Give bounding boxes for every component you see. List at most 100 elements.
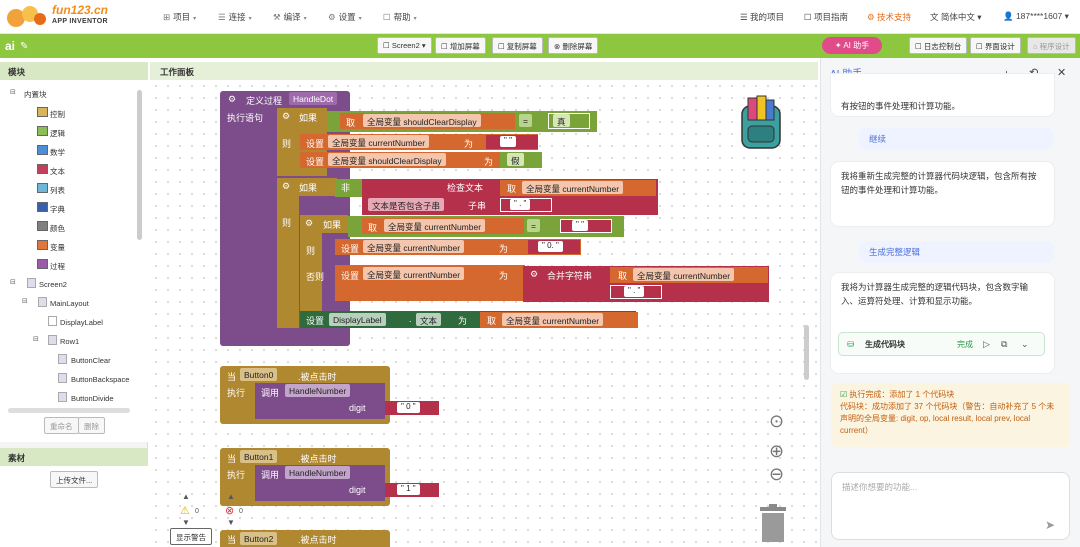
false-dropdown[interactable]: 假: [507, 153, 524, 166]
copy-screen-button[interactable]: ☐ 复制屏幕: [492, 37, 543, 54]
tree-buttondivide[interactable]: ButtonDivide: [71, 394, 114, 403]
error-up-arrow[interactable]: ▲: [227, 493, 235, 501]
tree-text[interactable]: 文本: [50, 166, 65, 177]
tree-variable[interactable]: 变量: [50, 242, 65, 253]
gear-icon[interactable]: ⚙: [282, 111, 290, 122]
gear-icon[interactable]: ⚙: [305, 218, 313, 229]
component-dropdown[interactable]: DisplayLabel: [329, 313, 386, 326]
backpack-icon[interactable]: [736, 92, 786, 152]
text-value[interactable]: " ": [572, 220, 588, 231]
log-console-button[interactable]: ☐ 日志控制台: [909, 37, 968, 54]
collapse-icon[interactable]: ⊟: [10, 88, 16, 96]
tree-buttonclear[interactable]: ButtonClear: [71, 356, 111, 365]
contains-dropdown[interactable]: 文本是否包含子串: [368, 198, 445, 211]
zoom-out-icon[interactable]: ⊖: [769, 465, 784, 483]
component-dropdown[interactable]: Button1: [240, 450, 278, 463]
error-down-arrow[interactable]: ▼: [227, 519, 235, 527]
equals-dropdown[interactable]: =: [527, 219, 540, 232]
exec-label: 执行语句: [227, 113, 264, 123]
gear-icon[interactable]: ⚙: [530, 269, 538, 280]
tree-mainlayout[interactable]: MainLayout: [50, 299, 89, 308]
menu-help[interactable]: ☐ 帮助 ▾: [383, 11, 417, 23]
pencil-icon[interactable]: ✎: [20, 41, 28, 52]
tree-displaylabel[interactable]: DisplayLabel: [60, 318, 103, 327]
procedure-name[interactable]: HandleDot: [289, 92, 338, 105]
send-icon[interactable]: ➤: [1045, 519, 1055, 531]
tree-logic[interactable]: 逻辑: [50, 128, 65, 139]
variable-dropdown[interactable]: 全局变量 currentNumber: [384, 219, 486, 232]
ai-assistant-button[interactable]: ✦ AI 助手: [822, 37, 882, 54]
message-input[interactable]: 描述你想要的功能... ➤: [831, 472, 1070, 540]
tree-color[interactable]: 颜色: [50, 223, 65, 234]
tree-math[interactable]: 数学: [50, 147, 65, 158]
text-value[interactable]: " 0. ": [538, 241, 563, 252]
tech-support-link[interactable]: ⚙ 技术支持: [867, 11, 911, 23]
property-dropdown[interactable]: 文本: [416, 313, 442, 326]
add-screen-button[interactable]: ☐ 增加屏幕: [435, 37, 486, 54]
tree-control[interactable]: 控制: [50, 109, 65, 120]
show-warnings-button[interactable]: 显示警告: [170, 528, 212, 545]
variable-dropdown[interactable]: 全局变量 currentNumber: [328, 135, 430, 148]
collapse-icon[interactable]: ⊟: [33, 335, 39, 343]
account-menu[interactable]: 👤 187****1607 ▾: [1003, 11, 1069, 22]
gear-icon[interactable]: ⚙: [228, 94, 236, 105]
collapse-icon[interactable]: ⊟: [10, 278, 16, 286]
blocks-workspace[interactable]: ⚙ 定义过程 HandleDot 执行语句 ⚙ 如果 则 取 全局变量 shou…: [150, 80, 818, 547]
trash-icon[interactable]: [758, 504, 788, 542]
text-value[interactable]: " ": [500, 136, 516, 147]
tree-builtin[interactable]: 内置块: [24, 89, 47, 100]
upload-button[interactable]: 上传文件...: [50, 471, 99, 488]
zoom-in-icon[interactable]: ⊕: [769, 442, 784, 460]
menu-build[interactable]: ⚒ 编译 ▾: [273, 11, 307, 23]
variable-dropdown[interactable]: 全局变量 currentNumber: [522, 181, 624, 194]
screen-selector[interactable]: ☐ Screen2 ▾: [377, 37, 432, 54]
variable-dropdown[interactable]: 全局变量 currentNumber: [633, 268, 735, 281]
variable-dropdown[interactable]: 全局变量 currentNumber: [502, 313, 604, 326]
delete-screen-button[interactable]: ⊗ 删除屏幕: [548, 37, 599, 54]
equals-dropdown[interactable]: =: [519, 114, 532, 127]
language-selector[interactable]: 文 简体中文 ▾: [930, 11, 982, 23]
vertical-scrollbar[interactable]: [137, 90, 142, 240]
tree-buttonbackspace[interactable]: ButtonBackspace: [71, 375, 129, 384]
component-dropdown[interactable]: Button0: [240, 368, 278, 381]
tree-screen2[interactable]: Screen2: [39, 280, 67, 289]
collapse-icon[interactable]: ⊟: [22, 297, 28, 305]
true-dropdown[interactable]: 真: [553, 114, 570, 127]
variable-dropdown[interactable]: 全局变量 currentNumber: [363, 240, 465, 253]
text-value[interactable]: " 0 ": [397, 402, 420, 413]
tree-dictionary[interactable]: 字典: [50, 204, 65, 215]
close-icon[interactable]: ✕: [1057, 68, 1066, 79]
horizontal-scrollbar[interactable]: [8, 408, 130, 413]
warning-up-arrow[interactable]: ▲: [182, 493, 190, 501]
recenter-icon[interactable]: ⊙: [769, 412, 784, 430]
designer-button[interactable]: ☐ 界面设计: [970, 37, 1021, 54]
if-block[interactable]: [277, 178, 299, 328]
delete-button[interactable]: 删除: [78, 417, 105, 434]
play-icon[interactable]: ▷: [983, 340, 990, 349]
warning-down-arrow[interactable]: ▼: [182, 519, 190, 527]
text-value[interactable]: " . ": [510, 199, 531, 210]
my-projects-link[interactable]: ☰ 我的项目: [740, 11, 784, 23]
tree-list[interactable]: 列表: [50, 185, 65, 196]
procedure-dropdown[interactable]: HandleNumber: [285, 384, 351, 397]
blocks-button[interactable]: ⌂ 程序设计: [1027, 37, 1076, 54]
menu-connect[interactable]: ☰ 连接 ▾: [218, 11, 252, 23]
gear-icon[interactable]: ⚙: [282, 181, 290, 192]
variable-dropdown[interactable]: 全局变量 shouldClearDisplay: [363, 114, 481, 127]
variable-dropdown[interactable]: 全局变量 currentNumber: [363, 267, 465, 280]
tree-procedure[interactable]: 过程: [50, 261, 65, 272]
text-value[interactable]: " . ": [624, 286, 645, 297]
component-dropdown[interactable]: Button2: [240, 532, 278, 545]
menu-projects[interactable]: ⊞ 项目 ▾: [163, 11, 196, 23]
menu-settings[interactable]: ⚙ 设置 ▾: [328, 11, 362, 23]
project-guide-link[interactable]: ☐ 项目指南: [804, 11, 848, 23]
copy-icon[interactable]: ⧉: [1001, 340, 1007, 349]
code-card[interactable]: ⛁ 生成代码块 完成 ▷ ⧉ ⌄: [838, 332, 1045, 356]
text-value[interactable]: " 1 ": [397, 484, 420, 495]
chevron-down-icon[interactable]: ⌄: [1021, 340, 1029, 349]
procedure-dropdown[interactable]: HandleNumber: [285, 466, 351, 479]
rename-button[interactable]: 重命名: [44, 417, 79, 434]
variable-dropdown[interactable]: 全局变量 shouldClearDisplay: [328, 153, 446, 166]
workspace-scrollbar[interactable]: [804, 325, 809, 380]
tree-row1[interactable]: Row1: [60, 337, 79, 346]
